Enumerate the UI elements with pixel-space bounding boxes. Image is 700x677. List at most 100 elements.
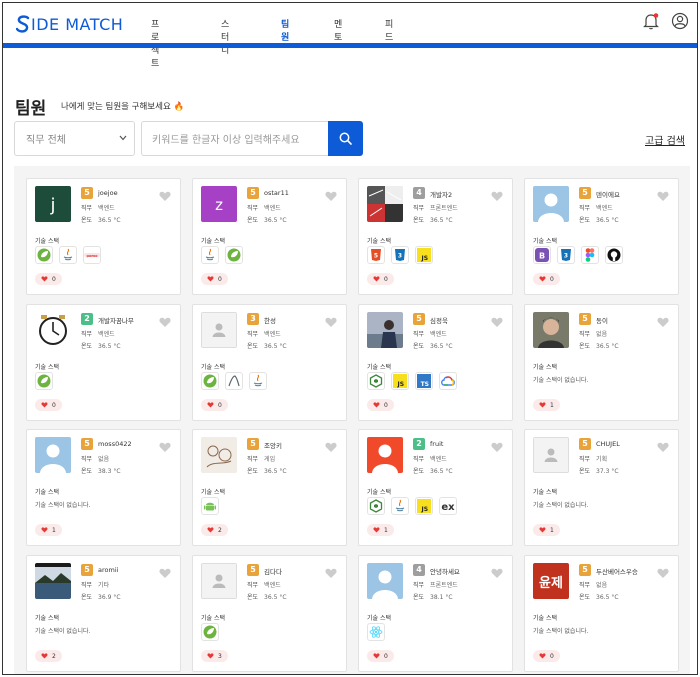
member-card[interactable]: 5 심정욱 직무 백엔드 온도 36.5 °C 기술 스택 JS TS 0 — [358, 304, 513, 421]
level-badge: 5 — [247, 187, 259, 199]
member-name[interactable]: aromii — [98, 566, 118, 574]
search-placeholder: 키워드를 한글자 이상 입력해주세요 — [152, 135, 300, 146]
favorite-heart-icon[interactable] — [325, 564, 337, 583]
member-card[interactable]: j 5 joejoe 직무 백엔드 온도 36.5 °C 기술 스택 pomo 0 — [26, 178, 181, 295]
favorite-heart-icon[interactable] — [159, 313, 171, 332]
advanced-search-link[interactable]: 고급 검색 — [645, 132, 685, 147]
member-name[interactable]: 안녕하세요 — [430, 566, 460, 576]
no-skill-text: 기술 스택이 없습니다. — [533, 628, 589, 635]
member-card[interactable]: 2 개발자꿈나무 직무 백엔드 온도 36.5 °C 기술 스택 0 — [26, 304, 181, 421]
favorite-heart-icon[interactable] — [159, 438, 171, 457]
skill-stack-title: 기술 스택 — [201, 364, 225, 371]
bell-icon[interactable] — [643, 12, 659, 30]
member-card[interactable]: 5 덴이에요 직무 백엔드 온도 36.5 °C 기술 스택 B 3 0 — [524, 178, 679, 295]
job-label: 직무 — [81, 331, 93, 338]
member-name[interactable]: 심정욱 — [430, 315, 448, 325]
favorite-heart-icon[interactable] — [159, 564, 171, 583]
like-count: 2 — [218, 526, 222, 534]
favorite-heart-icon[interactable] — [491, 313, 503, 332]
member-name[interactable]: moss0422 — [98, 440, 132, 448]
member-name[interactable]: 두산베어스우승 — [596, 566, 638, 576]
job-filter-select[interactable]: 직무 전체 — [14, 121, 135, 156]
favorite-heart-icon[interactable] — [657, 313, 669, 332]
member-card[interactable]: z 5 ostar11 직무 백엔드 온도 36.5 °C 기술 스택 0 — [192, 178, 347, 295]
search-button[interactable] — [328, 121, 363, 156]
member-name[interactable]: 동이 — [596, 315, 608, 325]
level-badge: 4 — [413, 564, 425, 576]
skill-stack-title: 기술 스택 — [367, 615, 391, 622]
member-card[interactable]: 5 김다다 직무 백엔드 온도 36.5 °C 기술 스택 3 — [192, 555, 347, 672]
member-card[interactable]: 5 moss0422 직무 없음 온도 38.3 °C 기술 스택 기술 스택이 없습니다. 1 — [26, 429, 181, 546]
logo[interactable]: IDE MATCH — [16, 14, 123, 34]
heart-icon — [207, 653, 214, 659]
avatar — [533, 312, 569, 348]
member-card[interactable]: 5 aromii 직무 기타 온도 36.9 °C 기술 스택 기술 스택이 없습니다. 2 — [26, 555, 181, 672]
member-name[interactable]: 김다다 — [264, 566, 282, 576]
temp-value: 36.9 °C — [98, 594, 121, 601]
member-job: 직무 없음 — [81, 454, 109, 463]
member-name[interactable]: 개발자꿈나무 — [98, 315, 134, 325]
member-card[interactable]: 2 fruit 직무 백엔드 온도 36.5 °C 기술 스택 JS ex 1 — [358, 429, 513, 546]
favorite-heart-icon[interactable] — [325, 438, 337, 457]
favorite-heart-icon[interactable] — [657, 187, 669, 206]
avatar-text: 윤제 — [539, 575, 563, 591]
svg-text:ex: ex — [441, 502, 455, 512]
member-card[interactable]: 5 CHUJEL 직무 기획 온도 37.3 °C 기술 스택 기술 스택이 없습니다. 1 — [524, 429, 679, 546]
job-label: 직무 — [413, 456, 425, 463]
like-count: 0 — [218, 401, 222, 409]
member-name[interactable]: 조앙키 — [264, 440, 282, 450]
java-icon — [201, 246, 219, 264]
member-name[interactable]: CHUJEL — [596, 440, 620, 448]
member-card[interactable]: 4 개발자2 직무 프론트엔드 온도 36.5 °C 기술 스택 5 3 JS 0 — [358, 178, 513, 295]
job-value: 백엔드 — [264, 331, 281, 338]
member-temp: 온도 36.5 °C — [247, 215, 287, 224]
like-count-badge: 1 — [533, 524, 560, 536]
temp-value: 36.5 °C — [430, 468, 453, 475]
like-count-badge: 0 — [533, 273, 560, 285]
skill-stack-title: 기술 스택 — [533, 615, 557, 622]
favorite-heart-icon[interactable] — [325, 313, 337, 332]
favorite-heart-icon[interactable] — [491, 564, 503, 583]
favorite-heart-icon[interactable] — [491, 438, 503, 457]
nav-mentor[interactable]: 멘토 — [334, 17, 342, 43]
nav-feed[interactable]: 피드 — [385, 17, 393, 43]
heart-icon — [373, 402, 380, 408]
skill-stack-title: 기술 스택 — [35, 364, 59, 371]
member-card[interactable]: 윤제 5 두산베어스우승 직무 없음 온도 36.5 °C 기술 스택 기술 스택이 없습니다.… — [524, 555, 679, 672]
like-count: 0 — [384, 652, 388, 660]
search-input[interactable]: 키워드를 한글자 이상 입력해주세요 — [141, 121, 329, 156]
java-icon — [249, 372, 267, 390]
member-temp: 온도 36.5 °C — [81, 215, 121, 224]
ts-icon: TS — [415, 372, 433, 390]
member-card[interactable]: 3 한성 직무 백엔드 온도 36.5 °C 기술 스택 0 — [192, 304, 347, 421]
member-name[interactable]: 한성 — [264, 315, 276, 325]
skill-stack-title: 기술 스택 — [201, 489, 225, 496]
member-name[interactable]: fruit — [430, 440, 443, 448]
favorite-heart-icon[interactable] — [657, 564, 669, 583]
job-label: 직무 — [247, 456, 259, 463]
nav-study[interactable]: 스터디 — [221, 17, 229, 56]
favorite-heart-icon[interactable] — [159, 187, 171, 206]
avatar — [201, 312, 237, 348]
gcp-icon — [439, 372, 457, 390]
member-job: 직무 백엔드 — [81, 329, 115, 338]
favorite-heart-icon[interactable] — [491, 187, 503, 206]
member-job: 직무 프론트엔드 — [413, 203, 458, 212]
like-count-badge: 1 — [367, 524, 394, 536]
member-card[interactable]: 5 조앙키 직무 게임 온도 36.5 °C 기술 스택 2 — [192, 429, 347, 546]
header-accent-bar — [3, 43, 697, 48]
skill-stack-title: 기술 스택 — [533, 489, 557, 496]
js-icon: JS — [415, 497, 433, 515]
job-label: 직무 — [579, 582, 591, 589]
no-skill-text: 기술 스택이 없습니다. — [533, 377, 589, 384]
profile-icon[interactable] — [671, 12, 689, 30]
favorite-heart-icon[interactable] — [657, 438, 669, 457]
favorite-heart-icon[interactable] — [325, 187, 337, 206]
member-name[interactable]: 개발자2 — [430, 189, 452, 199]
member-card[interactable]: 4 안녕하세요 직무 프론트엔드 온도 38.1 °C 기술 스택 0 — [358, 555, 513, 672]
member-name[interactable]: ostar11 — [264, 189, 289, 197]
nav-members[interactable]: 팀원 — [281, 17, 289, 43]
member-card[interactable]: 5 동이 직무 없음 온도 36.5 °C 기술 스택 기술 스택이 없습니다. 1 — [524, 304, 679, 421]
member-name[interactable]: 덴이에요 — [596, 189, 620, 199]
member-name[interactable]: joejoe — [98, 189, 118, 197]
